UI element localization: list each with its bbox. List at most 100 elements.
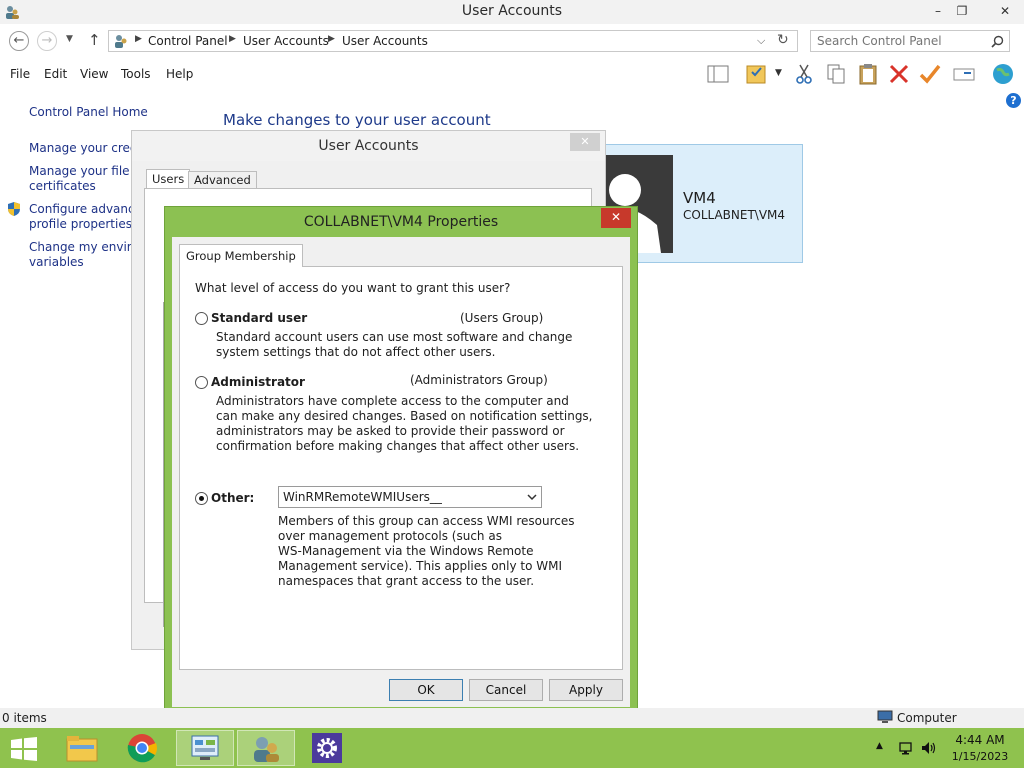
other-desc-line: over management protocols (such as: [278, 529, 502, 543]
administrator-desc-line: Administrators have complete access to t…: [216, 394, 569, 408]
taskbar-settings[interactable]: [299, 730, 357, 766]
tab-users[interactable]: Users: [146, 169, 191, 189]
breadcrumb-user-accounts-current[interactable]: User Accounts: [342, 34, 428, 48]
administrator-desc-line: administrators may be asked to provide t…: [216, 424, 565, 438]
administrators-group-label: (Administrators Group): [410, 373, 548, 387]
paste-icon[interactable]: [856, 62, 880, 86]
access-question: What level of access do you want to gran…: [195, 281, 511, 295]
recent-pages-chevron-icon[interactable]: ▼: [66, 34, 73, 44]
refresh-icon[interactable]: ↻: [777, 32, 789, 48]
dialog-body: Group Membership What level of access do…: [172, 237, 630, 707]
dialog-title-bar: User Accounts ✕: [132, 131, 605, 161]
other-label[interactable]: Other:: [211, 491, 254, 506]
taskbar-control-panel[interactable]: [176, 730, 234, 766]
dialog-close-button[interactable]: ✕: [601, 208, 631, 228]
clock-time[interactable]: 4:44 AM: [950, 733, 1010, 747]
ok-button[interactable]: OK: [389, 679, 463, 701]
control-panel-icon: [115, 35, 127, 48]
computer-icon: [877, 710, 893, 723]
standard-user-radio[interactable]: [195, 312, 208, 325]
other-radio[interactable]: [195, 492, 208, 505]
other-desc-line: namespaces that grant access to the user…: [278, 574, 535, 588]
administrator-desc-line: confirmation before making changes that …: [216, 439, 580, 453]
delete-icon[interactable]: [887, 62, 911, 86]
breadcrumb-separator-icon: ▶: [328, 34, 335, 44]
folder-icon: [66, 736, 98, 762]
folder-options-icon[interactable]: [744, 62, 768, 86]
manage-credentials-link[interactable]: Manage your crede: [29, 141, 145, 156]
breadcrumb-user-accounts[interactable]: User Accounts: [243, 34, 329, 48]
item-count: 0 items: [2, 711, 47, 725]
settings-tile: [312, 733, 342, 763]
address-dropdown-chevron-icon[interactable]: ⌵: [757, 34, 765, 48]
minimize-button[interactable]: –: [926, 2, 950, 20]
control-panel-home-link[interactable]: Control Panel Home: [29, 105, 148, 120]
change-environment-variables-link[interactable]: Change my environ variables: [29, 240, 146, 270]
options-dropdown-chevron-icon[interactable]: ▼: [775, 68, 782, 78]
administrator-desc-line: can make any desired changes. Based on n…: [216, 409, 593, 423]
up-arrow-icon[interactable]: ↑: [88, 31, 101, 49]
standard-user-label[interactable]: Standard user: [211, 311, 307, 326]
windows-start-icon[interactable]: [10, 737, 38, 761]
user-name: VM4: [683, 189, 716, 207]
configure-profile-properties-link[interactable]: Configure advance profile properties: [29, 202, 142, 232]
tab-advanced[interactable]: Advanced: [188, 171, 257, 189]
other-group-value: WinRMRemoteWMIUsers__: [283, 490, 442, 504]
properties-check-icon[interactable]: [918, 62, 942, 86]
link-text: Manage your crede: [29, 141, 145, 155]
menu-help[interactable]: Help: [166, 67, 193, 81]
search-input[interactable]: [817, 33, 987, 49]
status-bar: 0 items Computer: [0, 708, 1024, 728]
cut-icon[interactable]: [792, 62, 816, 86]
clock-date[interactable]: 1/15/2023: [950, 750, 1010, 763]
search-icon[interactable]: [991, 35, 1004, 48]
globe-icon[interactable]: [991, 62, 1015, 86]
network-icon[interactable]: [898, 740, 914, 756]
taskbar-chrome[interactable]: [114, 730, 172, 766]
dialog-close-button[interactable]: ✕: [570, 133, 600, 151]
help-icon[interactable]: ?: [1006, 93, 1021, 108]
forward-button[interactable]: →: [37, 31, 57, 51]
show-hidden-icons-icon[interactable]: ▲: [876, 741, 883, 751]
back-button[interactable]: ←: [9, 31, 29, 51]
apply-button[interactable]: Apply: [549, 679, 623, 701]
menu-tools[interactable]: Tools: [121, 67, 151, 81]
breadcrumb-control-panel[interactable]: Control Panel: [148, 34, 228, 48]
breadcrumb-separator-icon: ▶: [135, 34, 142, 44]
taskbar-user-accounts[interactable]: [237, 730, 295, 766]
close-button[interactable]: ✕: [988, 2, 1022, 20]
dialog-title: User Accounts: [318, 138, 419, 154]
volume-icon[interactable]: [921, 740, 937, 756]
menu-edit[interactable]: Edit: [44, 67, 67, 81]
page-title: Make changes to your user account: [223, 111, 491, 129]
taskbar-file-explorer[interactable]: [53, 730, 111, 766]
user-account-name: COLLABNET\VM4: [683, 208, 786, 222]
title-bar: User Accounts – ❐ ✕: [0, 0, 1024, 24]
cancel-button[interactable]: Cancel: [469, 679, 543, 701]
other-group-select[interactable]: WinRMRemoteWMIUsers__: [278, 486, 542, 508]
menu-bar: File Edit View Tools Help ▼: [0, 62, 1024, 88]
rename-icon[interactable]: [952, 62, 976, 86]
gear-icon: [317, 738, 337, 758]
address-bar[interactable]: ▶ Control Panel ▶ User Accounts ▶ User A…: [108, 30, 798, 52]
standard-user-desc-line: system settings that do not affect other…: [216, 345, 496, 359]
menu-view[interactable]: View: [80, 67, 108, 81]
restore-button[interactable]: ❐: [950, 2, 974, 20]
tab-group-membership[interactable]: Group Membership: [179, 244, 303, 267]
link-text-2: profile properties: [29, 217, 132, 231]
administrator-radio[interactable]: [195, 376, 208, 389]
location-label: Computer: [897, 711, 957, 725]
address-row: ← → ▼ ↑ ▶ Control Panel ▶ User Accounts …: [0, 28, 1024, 54]
link-text-2: variables: [29, 255, 84, 269]
menu-file[interactable]: File: [10, 67, 30, 81]
dialog-title: COLLABNET\VM4 Properties: [303, 214, 499, 230]
chrome-icon: [127, 734, 157, 763]
uac-shield-icon: [8, 202, 20, 216]
copy-icon[interactable]: [824, 62, 848, 86]
window-title: User Accounts: [461, 3, 563, 19]
layout-pane-icon[interactable]: [706, 62, 730, 86]
administrator-label[interactable]: Administrator: [211, 375, 305, 390]
search-box[interactable]: [810, 30, 1010, 52]
group-membership-panel: What level of access do you want to gran…: [179, 266, 623, 670]
manage-file-encryption-link[interactable]: Manage your file er certificates: [29, 164, 146, 194]
